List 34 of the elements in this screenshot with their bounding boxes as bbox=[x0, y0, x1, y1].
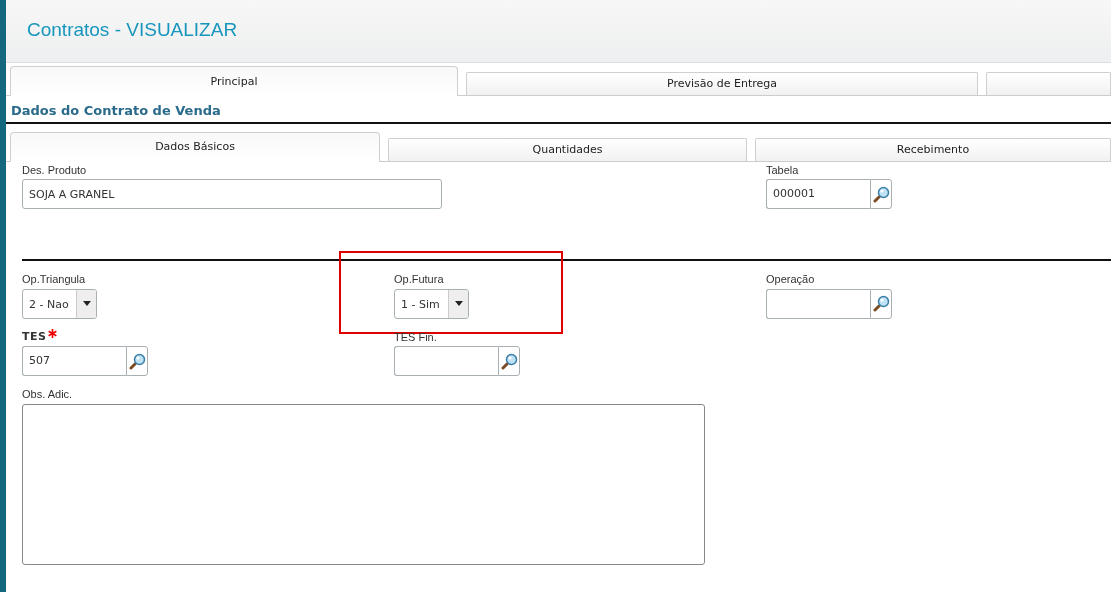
text-field[interactable]: SOJA A GRANEL bbox=[22, 179, 442, 209]
lookup-field[interactable]: 507 bbox=[22, 346, 126, 376]
tab[interactable]: Previsão de Entrega bbox=[466, 72, 978, 95]
lookup-field[interactable] bbox=[766, 288, 870, 319]
field-label: TES bbox=[22, 328, 47, 345]
tab[interactable]: Recebimento bbox=[755, 137, 1111, 161]
page-title: Contratos - VISUALIZAR bbox=[27, 19, 238, 40]
field-label: Op.Triangula bbox=[22, 272, 86, 287]
field-label: Obs. Adic. bbox=[22, 387, 73, 402]
tab[interactable]: Quantidades bbox=[388, 137, 747, 161]
lookup-field[interactable] bbox=[394, 346, 498, 376]
caret-icon bbox=[454, 301, 463, 306]
dropdown[interactable]: 2 - Nao bbox=[22, 288, 97, 319]
section-title: Dados do Contrato de Venda bbox=[6, 96, 1111, 124]
field-label: Tabela bbox=[766, 162, 799, 178]
tab[interactable]: Principal bbox=[10, 66, 458, 96]
caret-icon bbox=[82, 301, 91, 306]
dropdown-button[interactable] bbox=[448, 289, 468, 318]
field-label: Des. Produto bbox=[22, 162, 87, 178]
search-icon bbox=[872, 295, 890, 312]
search-icon bbox=[500, 352, 518, 370]
dropdown[interactable]: 1 - Sim bbox=[394, 288, 469, 319]
field-label: TES Fin. bbox=[394, 329, 437, 345]
search-button[interactable] bbox=[870, 179, 892, 209]
search-button[interactable] bbox=[870, 288, 892, 319]
field-label: Op.Futura bbox=[394, 272, 444, 287]
search-button[interactable] bbox=[498, 346, 520, 376]
search-button[interactable] bbox=[126, 346, 148, 376]
search-icon bbox=[872, 185, 890, 203]
dropdown-button[interactable] bbox=[76, 289, 96, 318]
lookup-field[interactable]: 000001 bbox=[766, 179, 870, 209]
search-icon bbox=[128, 352, 146, 370]
field-label: Operação bbox=[766, 272, 815, 287]
tab[interactable]: Dados Básicos bbox=[10, 131, 380, 162]
